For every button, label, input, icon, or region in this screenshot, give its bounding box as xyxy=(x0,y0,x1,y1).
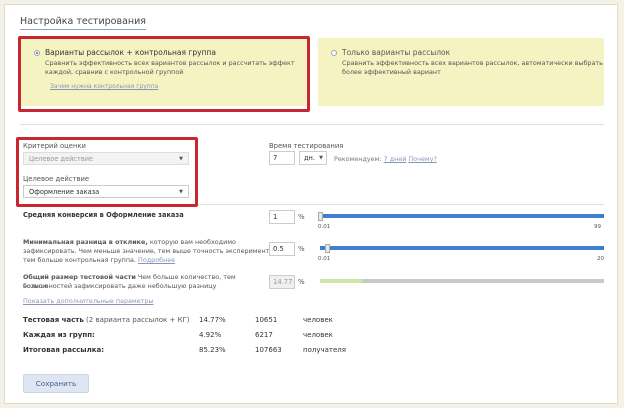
conversion-label: Средняя конверсия в Оформление заказа xyxy=(23,211,184,219)
target-action-label: Целевое действие xyxy=(23,175,90,183)
min-diff-label: Минимальная разница в отклике, которую в… xyxy=(23,238,263,247)
size-line2: возможностей зафиксировать даже небольшу… xyxy=(23,282,217,290)
conversion-input[interactable]: 1 xyxy=(269,210,295,224)
size-label-bold: Общий размер тестовой части xyxy=(23,273,136,281)
summary-pct: 14.77% xyxy=(199,316,226,324)
summary-label: Тестовая часть (2 варианта рассылок + КГ… xyxy=(23,316,190,324)
divider xyxy=(20,124,604,125)
rec-days-link[interactable]: 7 дней xyxy=(384,155,407,163)
summary-pct: 4.92% xyxy=(199,331,222,339)
time-unit-select[interactable]: дн. ▼ xyxy=(299,151,327,165)
mode-left-desc-2: каждой, сравнив с контрольной группой xyxy=(45,68,184,76)
time-recommendation: Рекомендуем: 7 дней Почему? xyxy=(334,155,437,163)
size-input: 14.77 xyxy=(269,275,295,289)
conversion-max: 99 xyxy=(594,224,601,230)
conversion-min: 0.01 xyxy=(318,224,331,230)
more-info-link[interactable]: Подробнее xyxy=(138,256,175,264)
radio-variants-only[interactable] xyxy=(331,50,337,56)
min-diff-line2: зафиксировать. Чем меньше значение, тем … xyxy=(23,247,280,255)
control-group-link[interactable]: Зачем нужна контрольная группа xyxy=(50,83,158,90)
time-input[interactable]: 7 xyxy=(269,151,295,165)
conversion-slider-track[interactable] xyxy=(320,214,604,218)
min-diff-slider-track[interactable] xyxy=(320,246,604,250)
min-diff-unit: % xyxy=(298,245,305,253)
min-diff-line3-text: тем больше контрольная группа. xyxy=(23,256,136,264)
summary-count: 107663 xyxy=(255,346,282,354)
summary-unit: человек xyxy=(303,331,333,339)
summary-label: Каждая из групп: xyxy=(23,331,95,339)
summary-label: Итоговая рассылка: xyxy=(23,346,105,354)
summary-pct: 85.23% xyxy=(199,346,226,354)
time-label: Время тестирования xyxy=(269,142,344,150)
min-diff-line3: тем больше контрольная группа. Подробнее xyxy=(23,256,175,265)
conversion-unit: % xyxy=(298,213,305,221)
chevron-down-icon: ▼ xyxy=(179,156,183,162)
criteria-select-value: Целевое действие xyxy=(29,155,94,163)
summary-count: 10651 xyxy=(255,316,278,324)
mode-right-desc-2: более эффективный вариант xyxy=(342,68,441,76)
time-unit-value: дн. xyxy=(304,154,315,162)
mode-right-desc-1: Сравнить эффективность всех вариантов ра… xyxy=(342,59,603,67)
criteria-label: Критерий оценки xyxy=(23,142,86,150)
min-diff-input[interactable]: 0.5 xyxy=(269,242,295,256)
save-button[interactable]: Сохранить xyxy=(23,374,89,393)
min-diff-min: 0.01 xyxy=(318,256,331,262)
rec-why-link[interactable]: Почему? xyxy=(408,155,436,163)
show-more-params-link[interactable]: Показать дополнительные параметры xyxy=(23,297,154,305)
min-diff-max: 20 xyxy=(597,256,604,262)
target-action-select[interactable]: Оформление заказа ▼ xyxy=(23,185,189,198)
min-diff-slider-handle[interactable] xyxy=(325,244,330,253)
summary-count: 6217 xyxy=(255,331,273,339)
summary-unit: человек xyxy=(303,316,333,324)
min-diff-label-rest: которую вам необходимо xyxy=(147,238,236,246)
chevron-down-icon: ▼ xyxy=(179,189,183,195)
divider-criteria xyxy=(198,204,604,205)
radio-variants-control[interactable] xyxy=(34,50,40,56)
size-unit: % xyxy=(298,278,305,286)
size-bar-fill xyxy=(320,279,362,283)
mode-left-desc-1: Сравнить эффективность всех вариантов ра… xyxy=(45,59,295,67)
page-title: Настройка тестирования xyxy=(20,16,146,27)
criteria-select: Целевое действие ▼ xyxy=(23,152,189,165)
rec-prefix: Рекомендуем: xyxy=(334,155,382,163)
title-underline xyxy=(20,29,146,30)
mode-right-title: Только варианты рассылок xyxy=(342,48,451,57)
mode-left-title: Варианты рассылок + контрольная группа xyxy=(45,48,216,57)
min-diff-label-bold: Минимальная разница в отклике, xyxy=(23,238,148,246)
conversion-slider-handle[interactable] xyxy=(318,212,323,221)
chevron-down-icon: ▼ xyxy=(319,155,323,161)
size-bar-track xyxy=(320,279,604,283)
summary-unit: получателя xyxy=(303,346,346,354)
target-action-value: Оформление заказа xyxy=(29,188,100,196)
